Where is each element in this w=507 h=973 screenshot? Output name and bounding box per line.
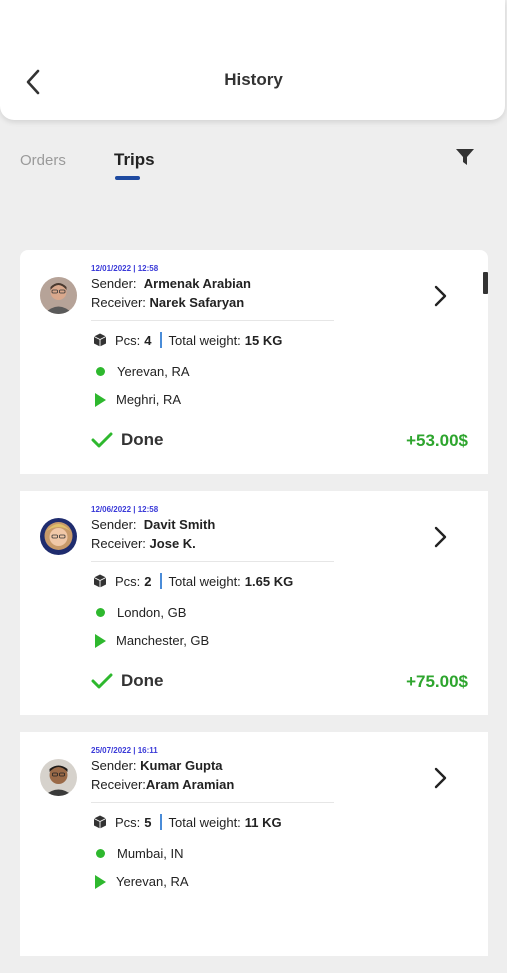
chevron-right-icon[interactable] <box>433 284 449 308</box>
avatar <box>40 277 77 314</box>
trip-amount: +53.00$ <box>406 431 468 450</box>
origin-city: Yerevan, RA <box>117 364 190 379</box>
origin-dot-icon <box>96 608 105 617</box>
sender-label: Sender: <box>91 517 137 532</box>
sender-line: Sender: Kumar Gupta <box>91 758 223 773</box>
receiver-label: Receiver: <box>91 295 146 310</box>
separator <box>159 573 162 589</box>
pcs-label: Pcs: <box>115 814 141 830</box>
destination-city: Manchester, GB <box>116 633 210 648</box>
destination: Manchester, GB <box>93 633 209 648</box>
trip-amount: +75.00$ <box>406 672 468 691</box>
receiver-line: Receiver: Narek Safaryan <box>91 295 244 310</box>
package-info: Pcs: 4 Total weight: 15 KG <box>93 332 282 348</box>
destination-city: Yerevan, RA <box>116 874 189 889</box>
weight-label: Total weight: <box>168 814 241 830</box>
divider <box>91 802 334 803</box>
filter-icon <box>456 149 474 165</box>
chevron-right-icon[interactable] <box>433 766 449 790</box>
receiver-line: Receiver: Jose K. <box>91 536 196 551</box>
separator <box>159 814 162 830</box>
tab-bar: Orders Trips <box>0 140 507 190</box>
origin-dot-icon <box>96 367 105 376</box>
origin: London, GB <box>93 605 186 620</box>
weight-label: Total weight: <box>168 332 241 348</box>
receiver-line: Receiver:Aram Aramian <box>91 777 234 792</box>
tab-trips[interactable]: Trips <box>114 150 155 170</box>
package-info: Pcs: 5 Total weight: 11 KG <box>93 814 282 830</box>
top-app-bar: History <box>0 0 505 120</box>
sender-name: Armenak Arabian <box>143 276 251 291</box>
origin-city: London, GB <box>117 605 187 620</box>
sender-line: Sender: Davit Smith <box>91 517 215 532</box>
destination-play-icon <box>95 874 106 889</box>
weight-value: 1.65 KG <box>244 573 294 589</box>
receiver-name: Aram Aramian <box>145 777 235 792</box>
weight-value: 15 KG <box>244 332 283 348</box>
sender-name: Davit Smith <box>143 517 216 532</box>
status-text: Done <box>121 671 164 690</box>
check-icon <box>91 673 113 689</box>
filter-button[interactable] <box>455 147 475 167</box>
destination-play-icon <box>95 633 106 648</box>
status: Done <box>91 671 164 691</box>
receiver-label: Receiver: <box>91 536 146 551</box>
trips-list: 12/01/2022 | 12:58 Sender: Armenak Arabi… <box>20 250 488 973</box>
sender-label: Sender: <box>91 276 137 291</box>
pcs-label: Pcs: <box>115 332 141 348</box>
status: Done <box>91 430 164 450</box>
divider <box>91 320 334 321</box>
trip-card[interactable]: 25/07/2022 | 16:11 Sender: Kumar Gupta R… <box>20 732 488 956</box>
receiver-name: Jose K. <box>149 536 196 551</box>
scrollbar[interactable] <box>483 272 488 294</box>
weight-label: Total weight: <box>168 573 241 589</box>
origin: Mumbai, IN <box>93 846 183 861</box>
pcs-value: 4 <box>144 332 152 348</box>
destination: Yerevan, RA <box>93 874 189 889</box>
trip-card[interactable]: 12/06/2022 | 12:58 Sender: Davit Smith R… <box>20 491 488 715</box>
destination: Meghri, RA <box>93 392 181 407</box>
trip-date: 12/06/2022 | 12:58 <box>91 505 159 514</box>
active-tab-indicator <box>115 176 140 180</box>
package-icon <box>93 574 107 588</box>
pcs-value: 2 <box>144 573 152 589</box>
avatar <box>40 759 77 796</box>
sender-label: Sender: <box>91 758 137 773</box>
receiver-name: Narek Safaryan <box>149 295 245 310</box>
sender-line: Sender: Armenak Arabian <box>91 276 251 291</box>
package-icon <box>93 815 107 829</box>
trip-card[interactable]: 12/01/2022 | 12:58 Sender: Armenak Arabi… <box>20 250 488 474</box>
receiver-label: Receiver: <box>91 777 146 792</box>
avatar <box>40 518 77 555</box>
destination-play-icon <box>95 392 106 407</box>
separator <box>159 332 162 348</box>
chevron-right-icon[interactable] <box>433 525 449 549</box>
package-icon <box>93 333 107 347</box>
pcs-value: 5 <box>144 814 152 830</box>
status-text: Done <box>121 430 164 449</box>
sender-name: Kumar Gupta <box>140 758 223 773</box>
trip-date: 25/07/2022 | 16:11 <box>91 746 158 755</box>
tab-orders[interactable]: Orders <box>20 152 66 169</box>
weight-value: 11 KG <box>244 814 282 830</box>
divider <box>91 561 334 562</box>
destination-city: Meghri, RA <box>116 392 182 407</box>
check-icon <box>91 432 113 448</box>
trip-date: 12/01/2022 | 12:58 <box>91 264 159 273</box>
origin-city: Mumbai, IN <box>117 846 184 861</box>
package-info: Pcs: 2 Total weight: 1.65 KG <box>93 573 293 589</box>
origin: Yerevan, RA <box>93 364 190 379</box>
page-title: History <box>224 70 283 89</box>
origin-dot-icon <box>96 849 105 858</box>
pcs-label: Pcs: <box>115 573 141 589</box>
